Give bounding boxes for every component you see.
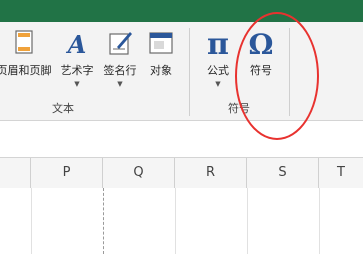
formula-bar-area	[0, 121, 363, 157]
header-footer-icon	[15, 30, 33, 54]
title-bar	[0, 0, 363, 22]
chevron-down-icon: ▼	[215, 80, 221, 88]
column-header-S[interactable]: S	[247, 158, 319, 188]
object-button[interactable]: 对象	[142, 22, 180, 114]
signature-line-label: 签名行	[103, 64, 137, 77]
pi-icon: π	[207, 28, 229, 58]
signature-line-icon	[109, 32, 132, 55]
svg-text:π: π	[207, 28, 229, 58]
group-label-text: 文本	[52, 102, 74, 115]
gridline	[31, 188, 32, 254]
chevron-down-icon: ▼	[117, 80, 123, 88]
signature-line-button[interactable]: 签名行 ▼	[99, 22, 141, 114]
header-footer-label: 页眉和页脚	[0, 64, 52, 77]
gridline	[247, 188, 248, 254]
column-header-row: P Q R S T	[0, 157, 363, 189]
svg-text:A: A	[66, 30, 87, 58]
gridline	[175, 188, 176, 254]
wordart-icon: A	[66, 30, 87, 58]
gridline	[319, 188, 320, 254]
column-header-P[interactable]: P	[31, 158, 103, 188]
object-label: 对象	[150, 64, 172, 77]
column-header-T[interactable]: T	[319, 158, 363, 188]
equation-label: 公式	[207, 64, 229, 77]
chevron-down-icon: ▼	[74, 80, 80, 88]
column-header-R[interactable]: R	[175, 158, 247, 188]
cell-grid[interactable]	[0, 188, 363, 254]
group-separator	[189, 28, 190, 116]
header-footer-button[interactable]: 页眉和页脚	[0, 22, 56, 114]
column-header-O[interactable]	[0, 158, 31, 188]
wordart-label: 艺术字	[60, 64, 94, 77]
object-icon	[149, 32, 173, 54]
page-break-line	[103, 188, 104, 254]
column-header-Q[interactable]: Q	[103, 158, 175, 188]
red-annotation-circle	[235, 12, 319, 140]
